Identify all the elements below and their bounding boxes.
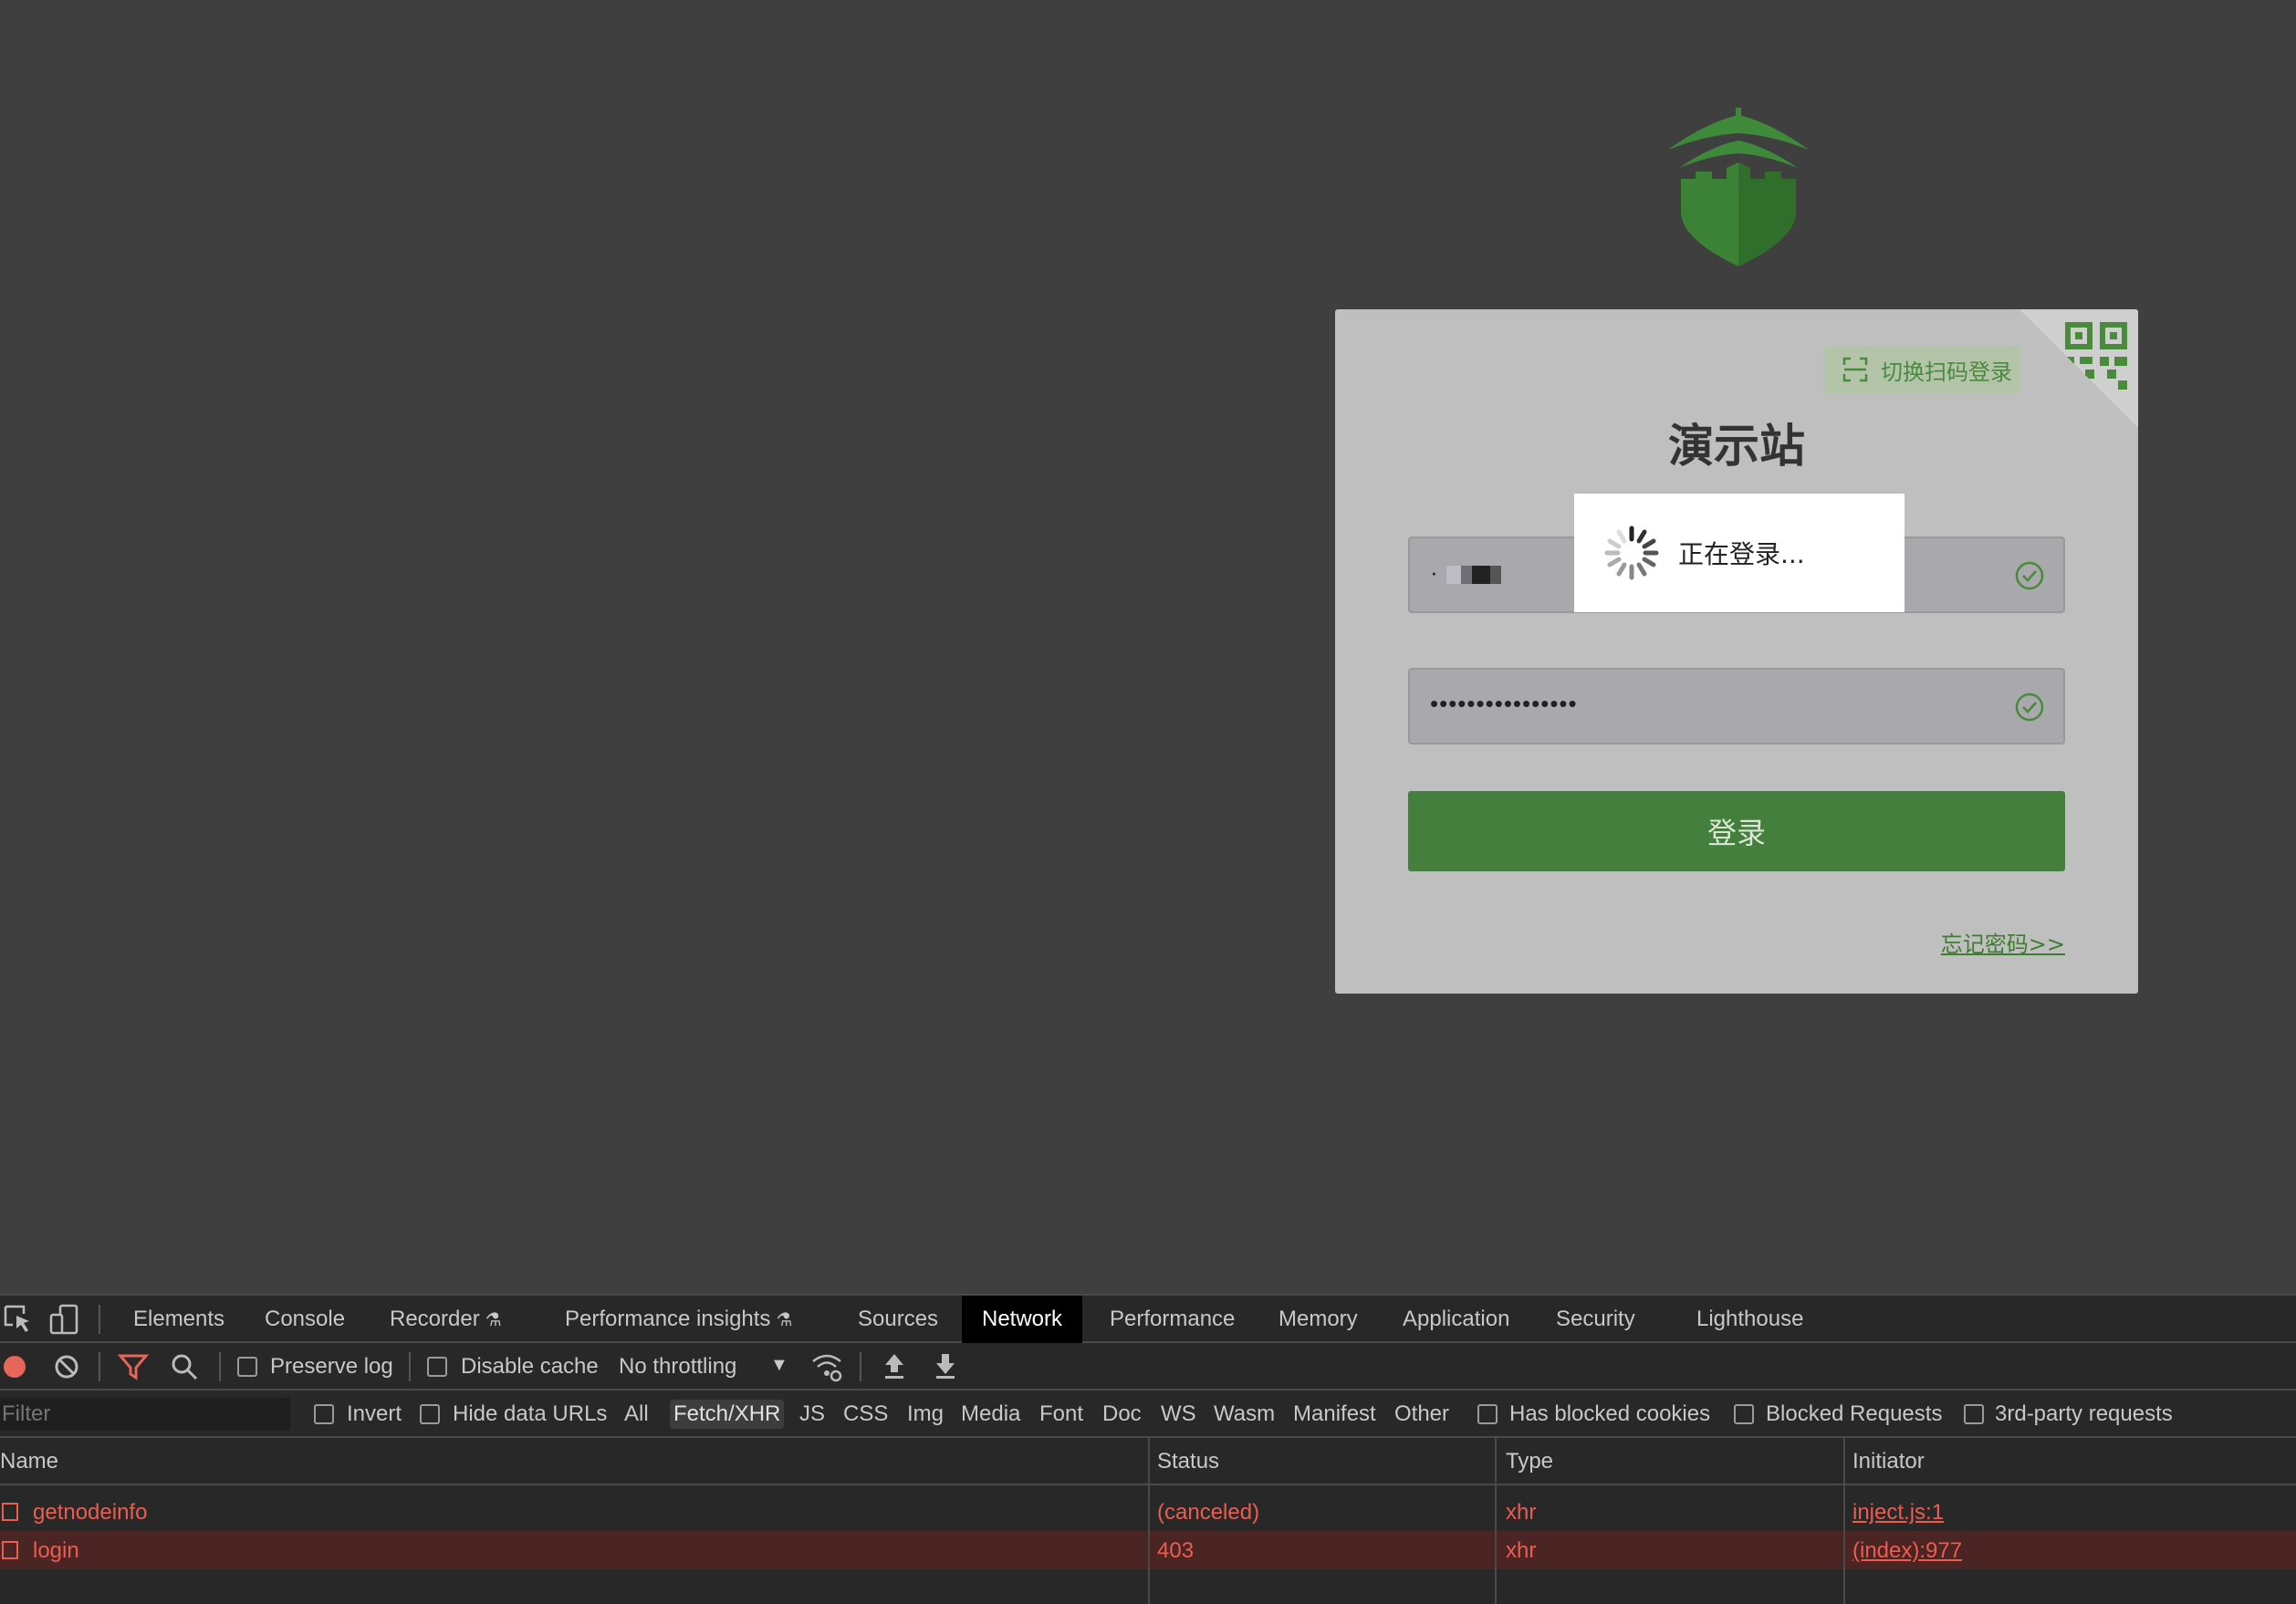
request-type: xhr <box>1506 1538 1537 1563</box>
column-status[interactable]: Status <box>1157 1451 1219 1473</box>
separator <box>409 1352 411 1381</box>
type-filter-doc[interactable]: Doc <box>1099 1400 1145 1429</box>
request-initiator-link[interactable]: inject.js:1 <box>1852 1500 1944 1526</box>
password-value: •••••••••••••••• <box>1430 690 1578 717</box>
separator <box>99 1352 100 1381</box>
hide-data-urls-checkbox[interactable] <box>420 1404 440 1424</box>
username-value: · <box>1430 558 1439 586</box>
switch-qr-login-button[interactable]: 切换扫码登录 <box>1824 346 2043 393</box>
type-filter-all[interactable]: All <box>621 1400 652 1429</box>
request-type: xhr <box>1506 1500 1537 1525</box>
password-input[interactable]: •••••••••••••••• <box>1408 668 2065 745</box>
blocked-requests-label: Blocked Requests <box>1766 1401 1943 1426</box>
tab-performance-insights-label: Performance insights <box>565 1307 771 1331</box>
filter-input[interactable] <box>0 1398 290 1431</box>
type-filter-other[interactable]: Other <box>1391 1400 1453 1429</box>
type-filter-img[interactable]: Img <box>903 1400 947 1429</box>
tab-recorder-label: Recorder <box>390 1307 480 1331</box>
column-type[interactable]: Type <box>1506 1451 1553 1473</box>
type-filter-media[interactable]: Media <box>957 1400 1024 1429</box>
tab-memory[interactable]: Memory <box>1258 1296 1378 1343</box>
check-circle-icon <box>2015 561 2044 590</box>
request-initiator-link[interactable]: (index):977 <box>1852 1538 1962 1564</box>
devtools-panel: Elements Console Recorder ⚗ Performance i… <box>0 1294 2296 1604</box>
network-conditions-icon[interactable] <box>810 1350 843 1383</box>
check-circle-icon <box>2015 693 2044 722</box>
login-button[interactable]: 登录 <box>1408 791 2065 871</box>
tab-elements[interactable]: Elements <box>113 1296 245 1343</box>
throttling-select[interactable]: No throttling <box>619 1356 736 1378</box>
tab-console[interactable]: Console <box>245 1296 365 1343</box>
forgot-password-link[interactable]: 忘记密码>> <box>1941 926 2065 958</box>
third-party-label: 3rd-party requests <box>1995 1401 2173 1426</box>
column-initiator[interactable]: Initiator <box>1852 1451 1925 1473</box>
has-blocked-cookies-checkbox[interactable] <box>1477 1404 1498 1424</box>
spinner-icon <box>1604 526 1659 580</box>
loading-message: 正在登录... <box>1678 539 1805 569</box>
disable-cache-checkbox[interactable] <box>427 1357 447 1377</box>
inspect-element-icon[interactable] <box>2 1303 35 1336</box>
column-divider[interactable] <box>1843 1438 1845 1604</box>
network-filter-bar: Invert Hide data URLs All Fetch/XHR JS C… <box>0 1390 2296 1438</box>
type-filter-js[interactable]: JS <box>796 1400 829 1429</box>
export-har-icon[interactable] <box>929 1350 962 1383</box>
separator <box>99 1305 100 1334</box>
preserve-log-label: Preserve log <box>270 1354 393 1379</box>
tab-security[interactable]: Security <box>1536 1296 1655 1343</box>
column-divider[interactable] <box>1148 1438 1150 1604</box>
network-toolbar: Preserve log Disable cache No throttling… <box>0 1343 2296 1390</box>
site-title: 演示站 <box>1668 420 1805 473</box>
search-icon[interactable] <box>168 1350 201 1383</box>
web-page: 切换扫码登录 演示站 · •••••••••••••••• 登录 忘记密码>> … <box>0 0 2296 1294</box>
flask-icon: ⚗ <box>776 1310 793 1330</box>
request-status: 403 <box>1157 1538 1195 1563</box>
third-party-checkbox[interactable] <box>1964 1404 1984 1424</box>
tab-application[interactable]: Application <box>1383 1296 1529 1343</box>
login-card: 切换扫码登录 演示站 · •••••••••••••••• 登录 忘记密码>> <box>1335 309 2138 994</box>
tab-performance-insights[interactable]: Performance insights ⚗ <box>545 1296 812 1343</box>
tab-lighthouse[interactable]: Lighthouse <box>1676 1296 1823 1343</box>
tab-recorder[interactable]: Recorder ⚗ <box>370 1296 522 1343</box>
filter-icon[interactable] <box>117 1350 150 1383</box>
import-har-icon[interactable] <box>878 1350 911 1383</box>
separator <box>860 1352 861 1381</box>
record-icon[interactable] <box>0 1350 33 1383</box>
disable-cache-label: Disable cache <box>461 1354 599 1379</box>
scan-icon <box>1842 357 1868 382</box>
device-toolbar-icon[interactable] <box>47 1303 80 1336</box>
invert-label: Invert <box>347 1401 402 1426</box>
column-divider[interactable] <box>1495 1438 1497 1604</box>
username-redacted <box>1446 566 1519 584</box>
has-blocked-cookies-label: Has blocked cookies <box>1509 1401 1711 1426</box>
type-filter-css[interactable]: CSS <box>840 1400 892 1429</box>
invert-checkbox[interactable] <box>314 1404 334 1424</box>
clear-icon[interactable] <box>50 1350 83 1383</box>
devtools-tab-bar: Elements Console Recorder ⚗ Performance i… <box>0 1294 2296 1343</box>
request-status: (canceled) <box>1157 1500 1260 1525</box>
type-filter-font[interactable]: Font <box>1036 1400 1087 1429</box>
tab-sources[interactable]: Sources <box>838 1296 958 1343</box>
separator <box>219 1352 221 1381</box>
type-filter-ws[interactable]: WS <box>1157 1400 1200 1429</box>
tab-performance[interactable]: Performance <box>1090 1296 1255 1343</box>
castle-shield-logo-icon <box>1668 108 1809 266</box>
request-name: getnodeinfo <box>33 1500 148 1525</box>
preserve-log-checkbox[interactable] <box>237 1357 257 1377</box>
request-icon <box>2 1503 18 1521</box>
blocked-requests-checkbox[interactable] <box>1734 1404 1754 1424</box>
type-filter-manifest[interactable]: Manifest <box>1289 1400 1380 1429</box>
request-icon <box>2 1541 18 1559</box>
caret-down-icon[interactable]: ▼ <box>770 1354 788 1376</box>
switch-qr-login-label: 切换扫码登录 <box>1881 359 2012 385</box>
request-name: login <box>33 1538 79 1563</box>
column-name[interactable]: Name <box>0 1451 58 1473</box>
tab-network[interactable]: Network <box>962 1296 1083 1343</box>
type-filter-wasm[interactable]: Wasm <box>1210 1400 1278 1429</box>
type-filter-fetch-xhr[interactable]: Fetch/XHR <box>670 1400 785 1429</box>
loading-toast: 正在登录... <box>1574 494 1905 612</box>
flask-icon: ⚗ <box>485 1310 502 1330</box>
hide-data-urls-label: Hide data URLs <box>453 1401 608 1426</box>
